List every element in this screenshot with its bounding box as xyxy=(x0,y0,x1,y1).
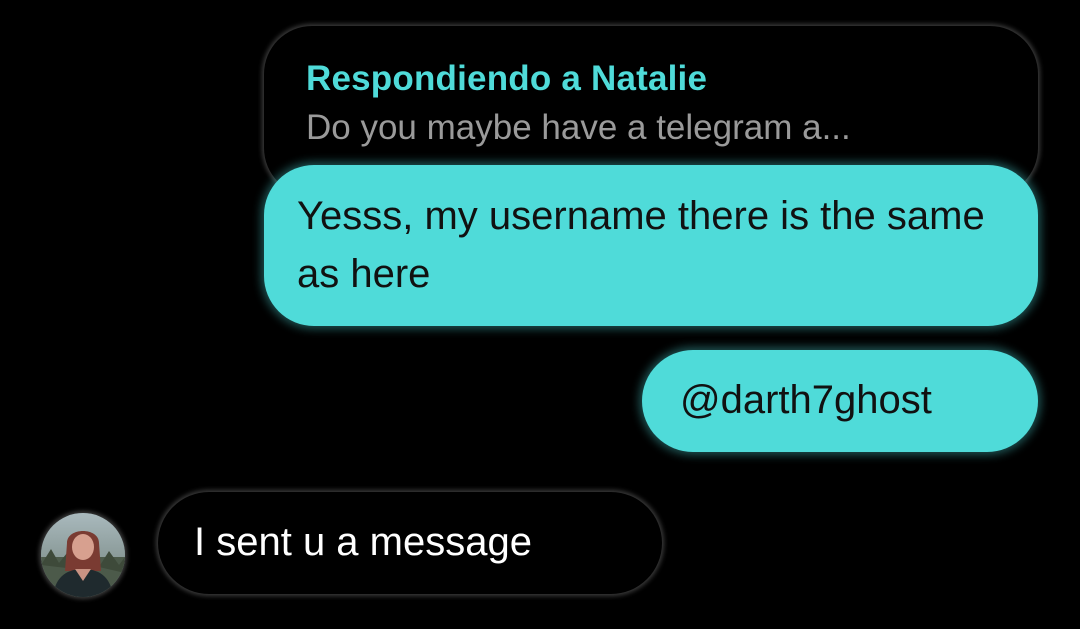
message-bubble-incoming[interactable]: I sent u a message xyxy=(158,492,662,594)
avatar-image xyxy=(41,513,125,597)
reply-preview-text: Do you maybe have a telegram a... xyxy=(306,108,851,147)
message-bubble-outgoing[interactable]: @darth7ghost xyxy=(642,350,1038,452)
reply-preview-name: Respondiendo a Natalie xyxy=(306,59,708,98)
user-avatar-photo-icon[interactable] xyxy=(41,513,125,597)
message-text: I sent u a message xyxy=(194,520,532,564)
message-bubble-outgoing[interactable]: Yesss, my username there is the same as … xyxy=(264,165,1038,326)
message-text: Yesss, my username there is the same as … xyxy=(297,194,985,296)
message-text: @darth7ghost xyxy=(680,378,932,422)
chat-thread: Respondiendo a Natalie Do you maybe have… xyxy=(0,0,1080,629)
